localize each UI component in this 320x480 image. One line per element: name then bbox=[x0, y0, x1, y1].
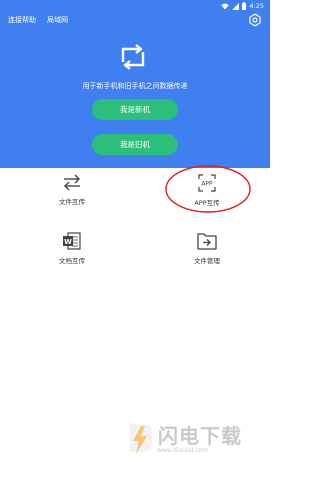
file-transfer-label: 文件互传 bbox=[59, 198, 85, 206]
watermark-title: 闪电下载 bbox=[158, 424, 242, 448]
signal-icon bbox=[232, 2, 240, 10]
old-phone-button[interactable]: 我是旧机 bbox=[92, 134, 178, 155]
word-icon-letter: W bbox=[64, 238, 72, 246]
file-transfer-item[interactable]: 文件互传 bbox=[12, 171, 132, 221]
connection-help-link[interactable]: 连接帮助 bbox=[8, 15, 36, 25]
status-time: 4:25 bbox=[249, 2, 264, 10]
gear-icon[interactable] bbox=[248, 13, 262, 27]
transfer-arrows-icon bbox=[121, 44, 145, 70]
battery-icon bbox=[242, 2, 247, 10]
lan-link[interactable]: 局域网 bbox=[47, 15, 68, 25]
status-icons: 4:25 bbox=[221, 1, 264, 11]
lightning-logo-icon bbox=[130, 424, 152, 454]
document-transfer-label: 文档互传 bbox=[59, 257, 85, 265]
status-bar: 4:25 bbox=[0, 0, 270, 12]
document-transfer-item[interactable]: W 文档互传 bbox=[12, 230, 132, 280]
file-manager-item[interactable]: 文件管理 bbox=[147, 230, 267, 280]
hero-tagline: 用于新手机和旧手机之间数据传递 bbox=[82, 82, 188, 90]
word-document-icon: W bbox=[63, 232, 81, 250]
file-manager-label: 文件管理 bbox=[194, 257, 220, 265]
new-phone-button[interactable]: 我是新机 bbox=[92, 99, 178, 120]
folder-arrow-icon bbox=[197, 233, 217, 250]
swap-arrows-icon bbox=[64, 174, 80, 191]
watermark-logo: 闪电下载 www.dianlut.com bbox=[126, 418, 266, 462]
watermark-url: www.dianlut.com bbox=[157, 447, 209, 454]
highlight-ellipse bbox=[165, 165, 251, 213]
wifi-icon bbox=[221, 3, 230, 9]
header-links: 连接帮助 局域网 bbox=[8, 15, 68, 25]
